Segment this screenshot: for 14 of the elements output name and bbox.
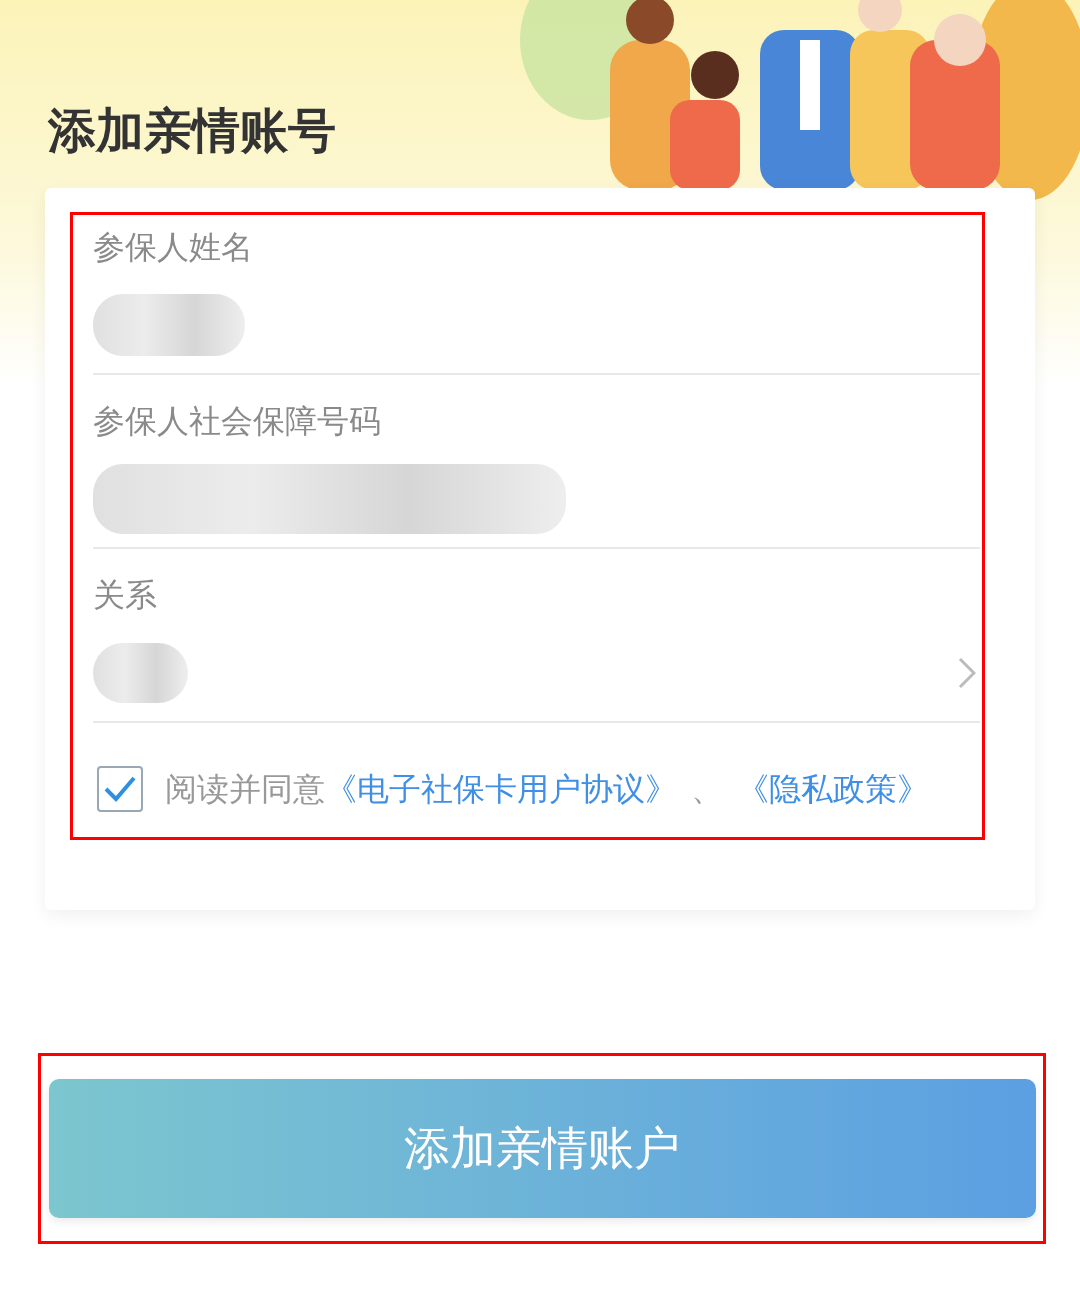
agreement-link[interactable]: 《电子社保卡用户协议》: [325, 765, 677, 813]
field-label: 关系: [93, 575, 157, 615]
field-label: 参保人社会保障号码: [93, 401, 381, 441]
separator: 、: [691, 769, 723, 810]
chevron-right-icon: [958, 657, 976, 689]
agreement-text: 阅读并同意: [165, 769, 325, 810]
page-title: 添加亲情账号: [48, 101, 336, 160]
redacted-value[interactable]: [93, 643, 188, 703]
add-account-button[interactable]: 添加亲情账户: [48, 1079, 1036, 1218]
redacted-value[interactable]: [93, 464, 566, 534]
agreement-checkbox[interactable]: [97, 766, 143, 812]
redacted-value[interactable]: [93, 294, 245, 356]
field-label: 参保人姓名: [93, 227, 253, 267]
agreement-link[interactable]: 《隐私政策》: [737, 765, 929, 813]
